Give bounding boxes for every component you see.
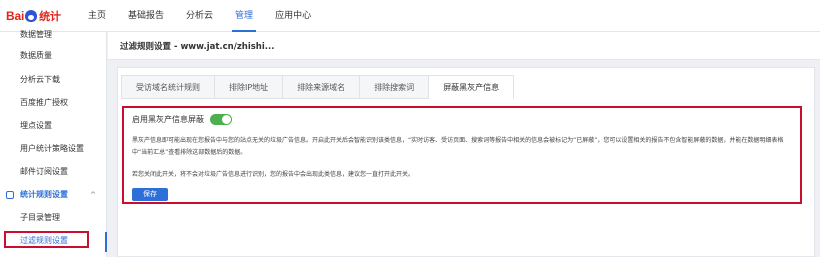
chevron-up-icon: ^ xyxy=(90,191,96,199)
sidebar-item-subdirectory[interactable]: 子目录管理 xyxy=(0,207,106,229)
description-text: 黑灰产信息即可能出现在您报告中与您的站点无关的垃圾广告信息。开启此开关后会智能识… xyxy=(132,137,784,156)
sidebar-active-indicator xyxy=(105,232,107,252)
sidebar-item-mail-subscription[interactable]: 邮件订阅设置 xyxy=(0,161,106,183)
nav-item-reports[interactable]: 基础报告 xyxy=(117,0,175,32)
nav-item-app-center[interactable]: 应用中心 xyxy=(264,0,322,32)
settings-square-icon xyxy=(6,191,14,199)
logo-text: Bai xyxy=(6,8,25,23)
sidebar: 数据管理 数据质量 分析云下载 百度推广授权 埋点设置 用户统计策略设置 邮件订… xyxy=(0,30,107,257)
spam-block-settings: 启用黑灰产信息屏蔽 黑灰产信息即可能出现在您报告中与您的站点无关的垃圾广告信息。… xyxy=(122,106,802,204)
nav-item-manage[interactable]: 管理 xyxy=(224,0,264,32)
sidebar-item-user-strategy[interactable]: 用户统计策略设置 xyxy=(0,138,106,160)
tab-exclude-keyword[interactable]: 排除搜索词 xyxy=(360,75,430,99)
nav-items: 主页 基础报告 分析云 管理 应用中心 xyxy=(77,0,322,32)
sidebar-item-promo-auth[interactable]: 百度推广授权 xyxy=(0,92,106,114)
toggle-label: 启用黑灰产信息屏蔽 xyxy=(132,115,204,124)
sidebar-item-data-manage[interactable]: 数据管理 xyxy=(0,24,106,46)
note-text: 若您关闭此开关，将不会对垃圾广告信息进行识别，您的报告中会出现此类信息，建议您一… xyxy=(132,171,415,178)
top-navigation: Bai 统计 主页 基础报告 分析云 管理 应用中心 xyxy=(0,0,820,32)
sidebar-group-rules[interactable]: 统计规则设置 ^ xyxy=(0,184,106,206)
tab-block-spam[interactable]: 屏蔽黑灰产信息 xyxy=(429,75,515,99)
tab-exclude-ip[interactable]: 排除IP地址 xyxy=(215,75,284,99)
logo-cn-text: 统计 xyxy=(39,10,61,23)
sidebar-group-label: 统计规则设置 xyxy=(20,190,68,199)
spam-block-toggle[interactable] xyxy=(210,114,232,125)
toggle-row: 启用黑灰产信息屏蔽 xyxy=(132,114,232,125)
sidebar-item-data-quality[interactable]: 数据质量 xyxy=(0,45,106,67)
nav-item-analytics-cloud[interactable]: 分析云 xyxy=(175,0,224,32)
main-header: 过滤规则设置 - www.jat.cn/zhishi... xyxy=(108,32,820,60)
tab-exclude-domain[interactable]: 排除来源域名 xyxy=(283,75,361,99)
sidebar-item-tracking[interactable]: 埋点设置 xyxy=(0,115,106,137)
page-title: 过滤规则设置 - www.jat.cn/zhishi... xyxy=(120,42,275,52)
tab-domain-rules[interactable]: 受访域名统计规则 xyxy=(121,75,215,99)
sidebar-annotation-box xyxy=(4,231,89,248)
sidebar-item-cloud-download[interactable]: 分析云下载 xyxy=(0,69,106,91)
paw-icon xyxy=(25,9,38,22)
save-button[interactable]: 保存 xyxy=(132,188,168,201)
tab-bar: 受访域名统计规则 排除IP地址 排除来源域名 排除搜索词 屏蔽黑灰产信息 xyxy=(121,75,515,99)
